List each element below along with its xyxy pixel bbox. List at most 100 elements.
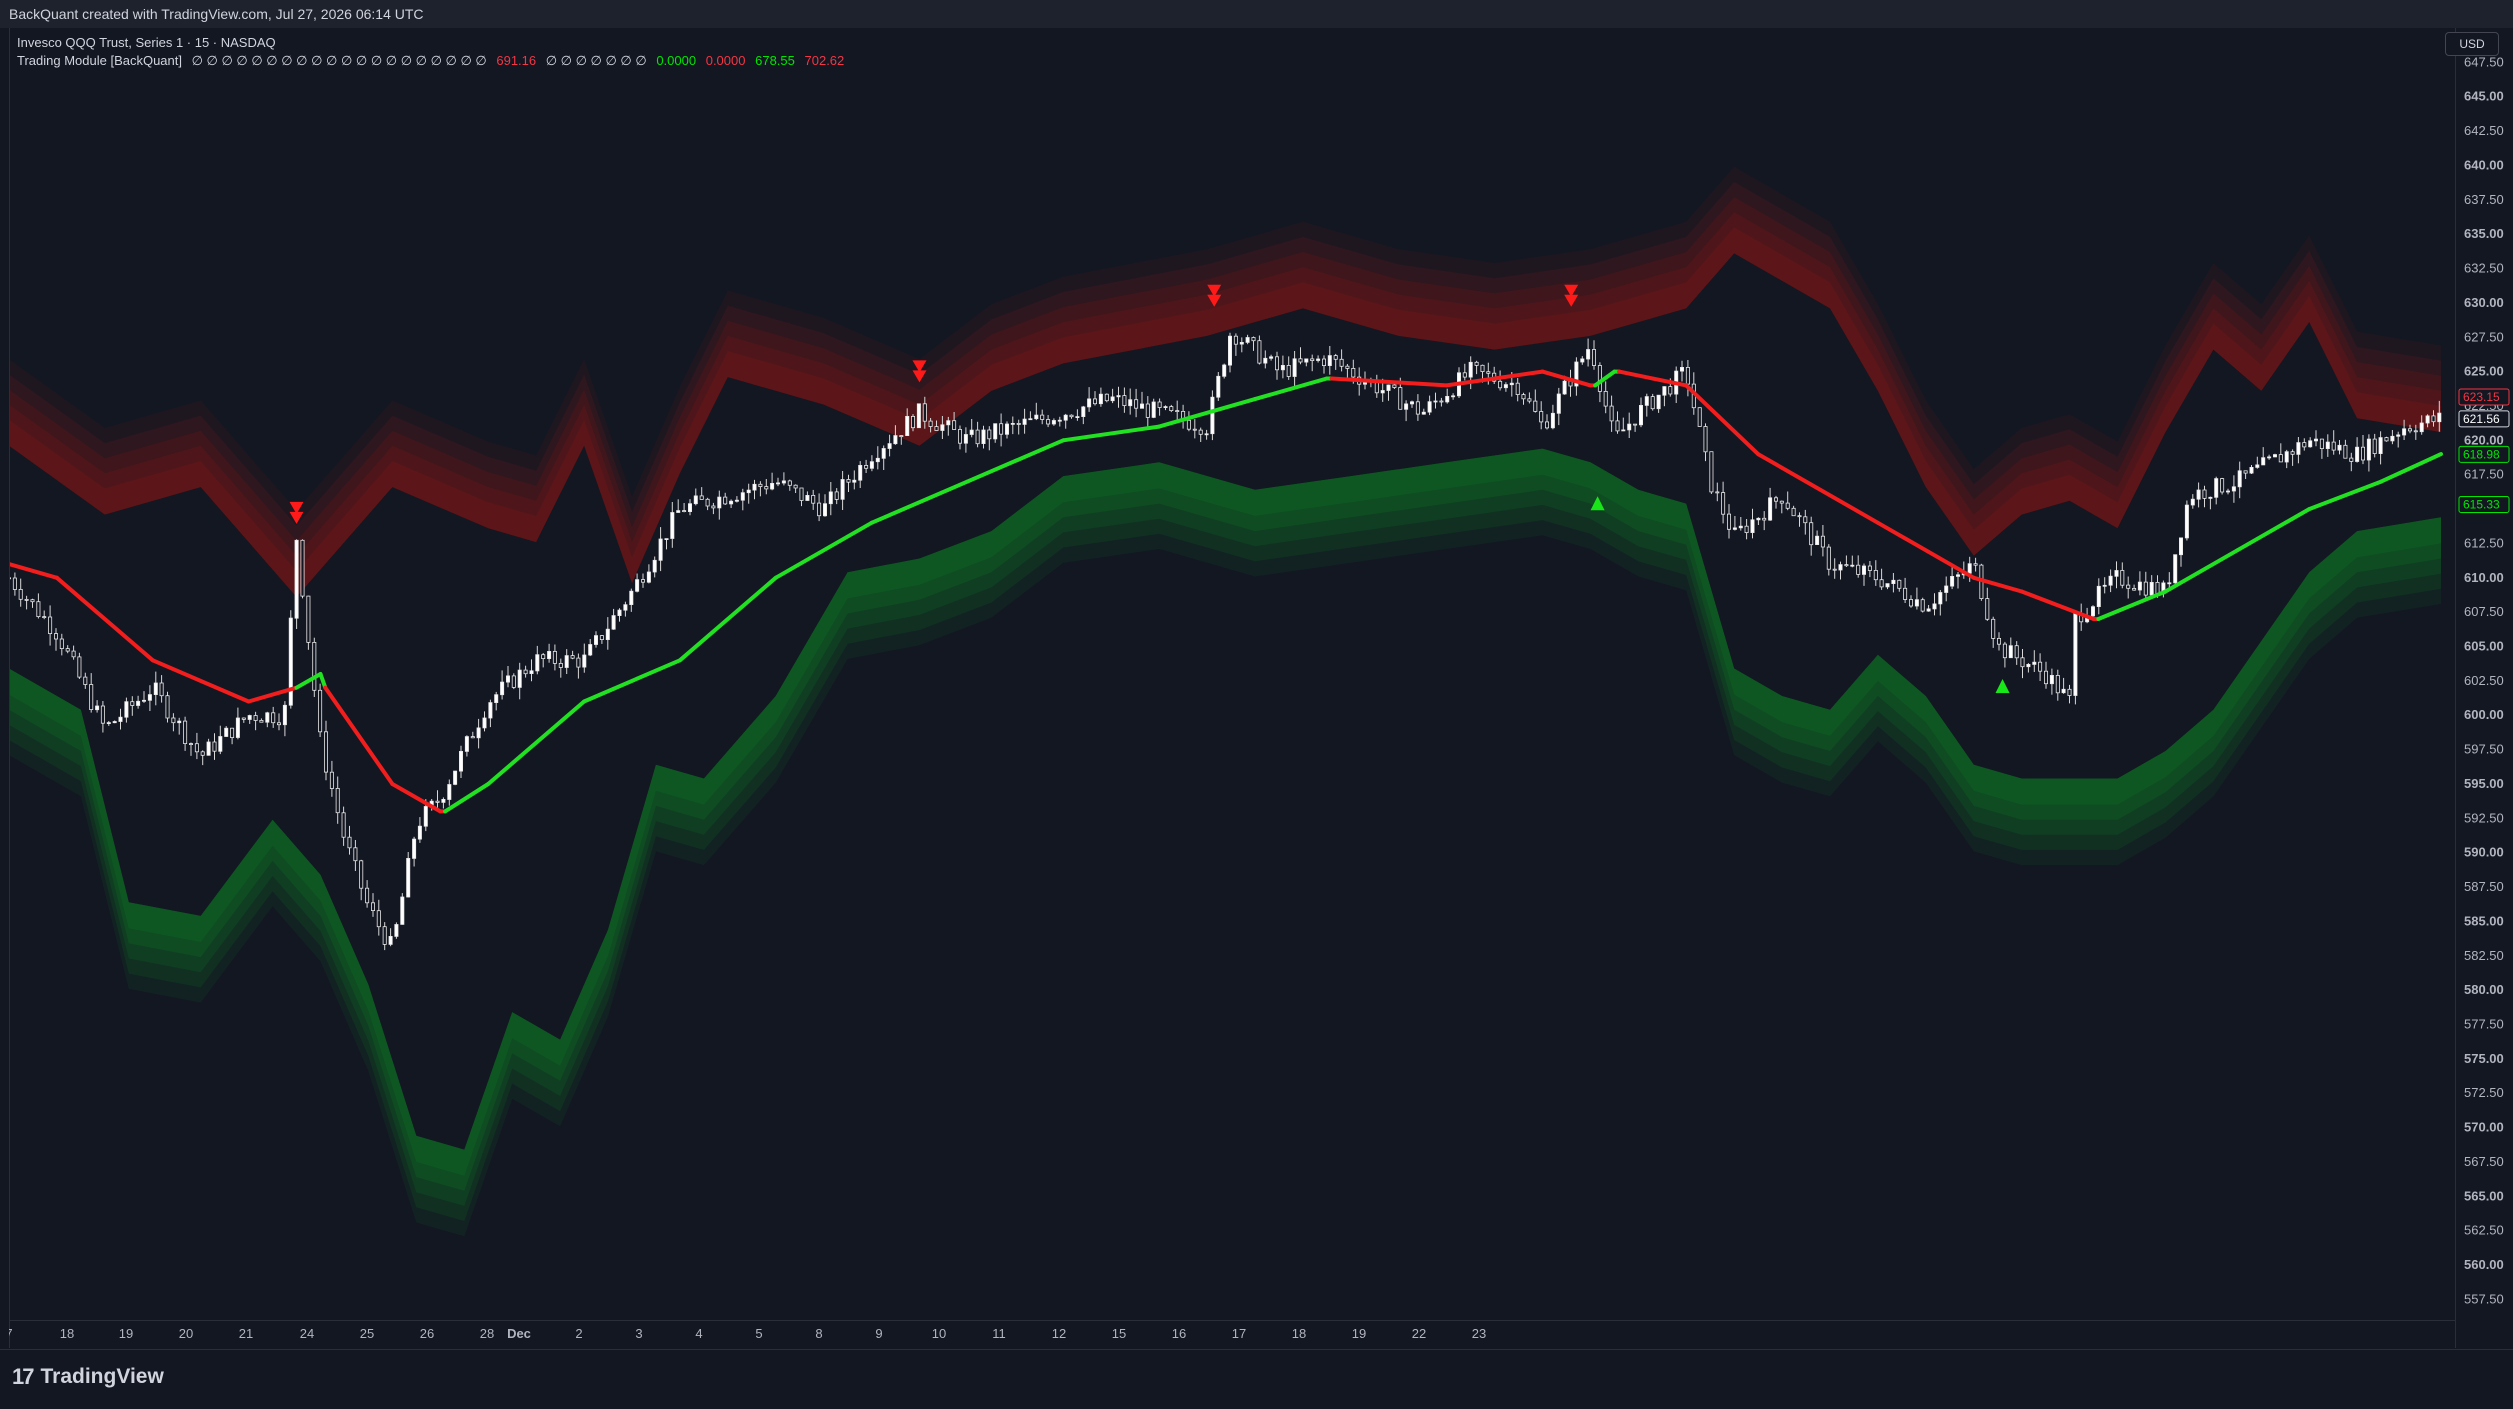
tv-logo-icon: 17 [12, 1364, 35, 1389]
price-axis-labels: 647.50 645.00 642.50 640.00 637.50 635.00 632.… [2458, 54, 2510, 1306]
candle-body [206, 741, 211, 756]
candle-body [247, 715, 252, 720]
candle-body [194, 743, 199, 753]
candle-body [1116, 395, 1121, 398]
time-tick-label: 10 [932, 1326, 946, 1341]
candle-body [423, 806, 428, 827]
candle-body [1016, 422, 1021, 425]
candle-body [1609, 405, 1614, 422]
candle-body [153, 682, 158, 696]
candle-body [599, 635, 604, 640]
price-tick-label: 600.00 [2464, 707, 2504, 722]
candle-body [952, 420, 957, 430]
candle-body [893, 435, 898, 445]
time-tick-label: 23 [1472, 1326, 1486, 1341]
trend-segment [486, 699, 587, 786]
candle-body [1286, 364, 1291, 377]
candle-body [218, 736, 223, 752]
candle-body [969, 429, 974, 435]
candle-body [699, 495, 704, 500]
candle-body [2372, 438, 2377, 455]
price-tick-label: 580.00 [2464, 982, 2504, 997]
candle-body [1867, 565, 1872, 571]
candle-body [347, 836, 352, 849]
candle-body [2202, 489, 2207, 499]
candle-body [570, 655, 575, 659]
time-tick-label: 25 [360, 1326, 374, 1341]
candle-body [1093, 398, 1098, 405]
candle-body [1785, 502, 1790, 509]
candle-body [1005, 423, 1010, 435]
candle-body [323, 731, 328, 773]
candle-body [1351, 367, 1356, 378]
time-axis[interactable]: 71819202124252628Dec23458910111215161718… [5, 1291, 2455, 1349]
candle-body [2014, 645, 2019, 659]
candle-body [1210, 396, 1215, 435]
price-axis[interactable]: 647.50 645.00 642.50 640.00 637.50 635.00 632.… [2455, 28, 2513, 1348]
candle-body [2008, 645, 2013, 659]
candle-body [136, 700, 141, 706]
trend-segment [323, 685, 395, 786]
candle-body [582, 654, 587, 668]
candle-body [1732, 527, 1737, 530]
candle-body [2355, 446, 2360, 462]
candle-body [1275, 356, 1280, 371]
candle-body [664, 538, 669, 541]
trend-segment [1253, 376, 1329, 402]
candle-body [1697, 407, 1702, 427]
candle-body [59, 638, 64, 650]
trend-segment [582, 658, 682, 704]
price-tick-label: 640.00 [2464, 157, 2504, 172]
candle-body [2425, 415, 2430, 424]
candle-body [1545, 421, 1550, 429]
candle-body [1768, 497, 1773, 521]
candle-body [547, 651, 552, 660]
candle-body [453, 770, 458, 785]
price-tick-label: 632.50 [2464, 261, 2504, 276]
candle-body [505, 675, 510, 683]
candle-body [65, 648, 70, 652]
candle-body [394, 924, 399, 937]
candle-body [200, 751, 205, 756]
trend-segment [869, 479, 970, 525]
trend-segment [677, 575, 778, 663]
candle-body [823, 503, 828, 517]
candle-body [1950, 576, 1955, 587]
candle-body [1386, 384, 1391, 391]
candle-body [594, 635, 599, 645]
candle-body [1621, 429, 1626, 432]
tradingview-logo[interactable]: 17 TradingView [12, 1364, 164, 1390]
price-chart[interactable] [9, 28, 2455, 1348]
candle-body [24, 599, 29, 601]
candle-body [1222, 364, 1227, 377]
candle-body [1433, 400, 1438, 403]
candle-body [2108, 575, 2113, 586]
candle-body [1797, 515, 1802, 518]
candle-body [928, 420, 933, 427]
candle-body [1580, 358, 1585, 363]
candle-body [1069, 414, 1074, 418]
currency-button[interactable]: USD [2445, 32, 2499, 56]
candle-body [30, 599, 35, 603]
candle-body [905, 415, 910, 436]
candle-body [740, 492, 745, 501]
candle-body [2261, 457, 2266, 466]
candle-body [1715, 491, 1720, 494]
candle-body [2178, 537, 2183, 556]
candle-body [676, 510, 681, 513]
candle-body [224, 727, 229, 737]
price-tick-label: 627.50 [2464, 329, 2504, 344]
candle-body [1603, 390, 1608, 407]
candle-body [1703, 426, 1708, 453]
candle-body [623, 604, 628, 611]
candle-body [693, 495, 698, 505]
candle-body [1010, 422, 1015, 425]
candle-body [1873, 570, 1878, 581]
candle-body [1985, 598, 1990, 620]
candle-body [529, 670, 534, 674]
candle-body [1556, 393, 1561, 414]
candle-body [2284, 451, 2289, 463]
candle-body [1122, 395, 1127, 407]
price-tick-label: 610.00 [2464, 570, 2504, 585]
candle-body [682, 510, 687, 513]
